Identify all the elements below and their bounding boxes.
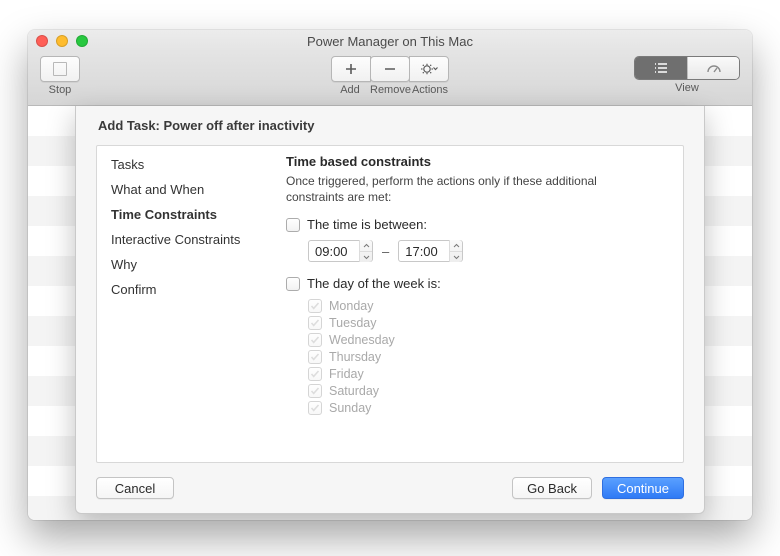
stop-group: Stop bbox=[40, 56, 80, 96]
list-icon bbox=[653, 62, 669, 74]
day-checkbox-saturday[interactable] bbox=[308, 384, 322, 398]
day-row-friday: Friday bbox=[308, 367, 665, 381]
day-row-thursday: Thursday bbox=[308, 350, 665, 364]
time-between-checkbox[interactable] bbox=[286, 218, 300, 232]
day-checkbox-sunday[interactable] bbox=[308, 401, 322, 415]
chevron-up-icon bbox=[450, 240, 462, 252]
stop-icon bbox=[53, 62, 67, 76]
day-checkbox-friday[interactable] bbox=[308, 367, 322, 381]
sidebar-item-time-constraints[interactable]: Time Constraints bbox=[97, 202, 282, 227]
day-label-tuesday: Tuesday bbox=[329, 316, 376, 330]
sheet-title: Add Task: Power off after inactivity bbox=[76, 106, 704, 139]
sidebar-item-interactive-constraints[interactable]: Interactive Constraints bbox=[97, 227, 282, 252]
wizard-sidebar: Tasks What and When Time Constraints Int… bbox=[97, 146, 282, 462]
zoom-window-button[interactable] bbox=[76, 35, 88, 47]
day-row-sunday: Sunday bbox=[308, 401, 665, 415]
time-from-field[interactable]: 09:00 bbox=[308, 240, 373, 262]
content-title: Time based constraints bbox=[286, 154, 665, 169]
plus-icon bbox=[344, 62, 358, 76]
remove-button[interactable] bbox=[370, 56, 410, 82]
minimize-window-button[interactable] bbox=[56, 35, 68, 47]
chevron-down-icon bbox=[360, 252, 372, 263]
sheet-footer: Cancel Go Back Continue bbox=[76, 463, 704, 513]
sheet-dialog: Add Task: Power off after inactivity Tas… bbox=[75, 106, 705, 514]
chevron-down-icon bbox=[450, 252, 462, 263]
content-description: Once triggered, perform the actions only… bbox=[286, 173, 626, 205]
day-checkbox-tuesday[interactable] bbox=[308, 316, 322, 330]
stop-button[interactable] bbox=[40, 56, 80, 82]
day-checkbox-wednesday[interactable] bbox=[308, 333, 322, 347]
add-button[interactable] bbox=[331, 56, 371, 82]
day-checkbox-monday[interactable] bbox=[308, 299, 322, 313]
sidebar-item-confirm[interactable]: Confirm bbox=[97, 277, 282, 302]
window-title: Power Manager on This Mac bbox=[28, 34, 752, 49]
chevron-up-icon bbox=[360, 240, 372, 252]
traffic-lights bbox=[36, 35, 88, 47]
continue-button[interactable]: Continue bbox=[602, 477, 684, 499]
titlebar: Power Manager on This Mac bbox=[28, 30, 752, 52]
time-from-stepper[interactable] bbox=[359, 240, 372, 262]
center-group: Add Remove Actions bbox=[330, 56, 450, 96]
day-of-week-label: The day of the week is: bbox=[307, 276, 441, 291]
cancel-button[interactable]: Cancel bbox=[96, 477, 174, 499]
day-label-wednesday: Wednesday bbox=[329, 333, 395, 347]
day-label-monday: Monday bbox=[329, 299, 373, 313]
day-label-sunday: Sunday bbox=[329, 401, 371, 415]
add-label: Add bbox=[330, 84, 370, 96]
sheet-body: Tasks What and When Time Constraints Int… bbox=[96, 145, 684, 463]
day-label-saturday: Saturday bbox=[329, 384, 379, 398]
view-group: View bbox=[634, 56, 740, 94]
gear-icon bbox=[420, 62, 438, 76]
actions-label: Actions bbox=[410, 84, 450, 96]
day-label-thursday: Thursday bbox=[329, 350, 381, 364]
view-list-button[interactable] bbox=[635, 57, 687, 79]
stop-label: Stop bbox=[49, 84, 72, 96]
minus-icon bbox=[383, 62, 397, 76]
gauge-icon bbox=[706, 62, 722, 74]
sidebar-item-why[interactable]: Why bbox=[97, 252, 282, 277]
day-row-wednesday: Wednesday bbox=[308, 333, 665, 347]
view-gauge-button[interactable] bbox=[687, 57, 739, 79]
go-back-button[interactable]: Go Back bbox=[512, 477, 592, 499]
view-label: View bbox=[675, 82, 699, 94]
day-checkbox-thursday[interactable] bbox=[308, 350, 322, 364]
time-from-value: 09:00 bbox=[315, 244, 359, 259]
sidebar-item-tasks[interactable]: Tasks bbox=[97, 152, 282, 177]
time-to-stepper[interactable] bbox=[449, 240, 462, 262]
time-to-field[interactable]: 17:00 bbox=[398, 240, 463, 262]
day-of-week-checkbox[interactable] bbox=[286, 277, 300, 291]
day-row-tuesday: Tuesday bbox=[308, 316, 665, 330]
days-list: Monday Tuesday Wednesday Thursday bbox=[308, 299, 665, 415]
time-range-sep: – bbox=[380, 244, 391, 259]
day-label-friday: Friday bbox=[329, 367, 364, 381]
actions-button[interactable] bbox=[409, 56, 449, 82]
view-segmented bbox=[634, 56, 740, 80]
time-to-value: 17:00 bbox=[405, 244, 449, 259]
app-window: Power Manager on This Mac Stop bbox=[28, 30, 752, 520]
toolbar: Stop bbox=[28, 52, 752, 106]
sidebar-item-what-when[interactable]: What and When bbox=[97, 177, 282, 202]
time-between-label: The time is between: bbox=[307, 217, 427, 232]
sheet-content: Time based constraints Once triggered, p… bbox=[282, 146, 683, 462]
remove-label: Remove bbox=[370, 84, 410, 96]
close-window-button[interactable] bbox=[36, 35, 48, 47]
day-row-monday: Monday bbox=[308, 299, 665, 313]
day-row-saturday: Saturday bbox=[308, 384, 665, 398]
